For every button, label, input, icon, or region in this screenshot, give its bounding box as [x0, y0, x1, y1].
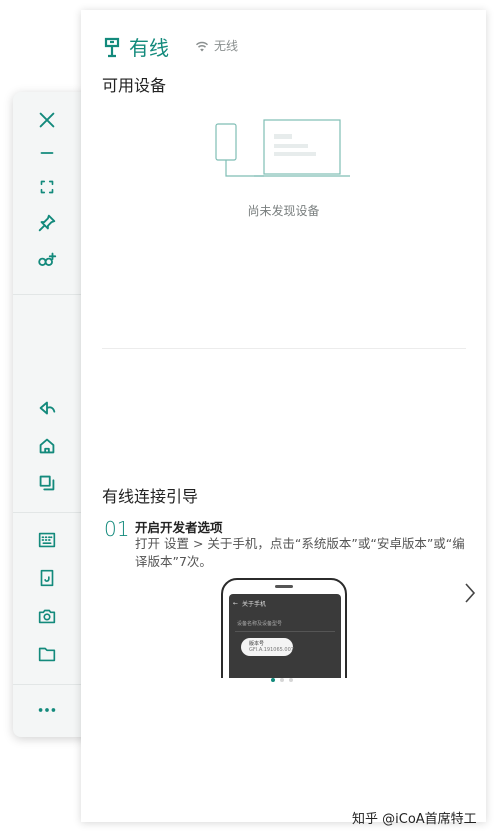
link-add-icon[interactable]	[33, 246, 61, 274]
next-step-arrow[interactable]	[463, 582, 477, 604]
wifi-icon	[196, 41, 208, 51]
phone-preview-image: ← 关于手机 设备名称及设备型号 版本号 GFI.A.191065.007	[221, 578, 347, 678]
fullscreen-icon[interactable]	[33, 173, 61, 201]
no-device-illustration	[214, 116, 354, 188]
home-icon[interactable]	[33, 432, 61, 460]
chevron-right-icon	[465, 583, 476, 603]
toolbar-divider	[13, 512, 81, 513]
tab-wired[interactable]: 有线	[103, 32, 169, 61]
screen-rotate-icon[interactable]	[33, 564, 61, 592]
phone-preview-pill-value: GFI.A.191065.007	[249, 647, 294, 653]
tab-wireless[interactable]: 无线	[195, 37, 238, 54]
section-divider	[102, 348, 466, 349]
tab-wireless-label: 无线	[214, 39, 239, 53]
screenshot-icon[interactable]	[33, 602, 61, 630]
available-devices-title: 可用设备	[102, 76, 167, 95]
keyboard-icon[interactable]	[33, 526, 61, 554]
close-icon[interactable]	[33, 106, 61, 134]
no-device-text: 尚未发现设备	[247, 204, 320, 218]
carousel-dot[interactable]	[271, 678, 275, 682]
usb-plug-icon	[104, 37, 120, 57]
more-options-button[interactable]	[33, 696, 61, 724]
carousel-dot[interactable]	[289, 678, 293, 682]
step-number: 01	[104, 517, 130, 541]
pin-icon[interactable]	[33, 209, 61, 237]
folder-icon[interactable]	[33, 640, 61, 668]
guide-title: 有线连接引导	[102, 487, 199, 506]
connection-panel: 有线 无线 可用设备 尚未发现设备 有线连接引导 01 开启开发者选项 打开 设…	[81, 10, 486, 822]
back-icon[interactable]	[33, 394, 61, 422]
toolbar-divider	[13, 684, 81, 685]
recent-apps-icon[interactable]	[33, 469, 61, 497]
carousel-dot[interactable]	[280, 678, 284, 682]
step-description: 打开 设置 > 关于手机，点击“系统版本”或“安卓版本”或“编译版本”7次。	[135, 536, 465, 569]
toolbar-divider	[13, 294, 81, 295]
phone-preview-header: 关于手机	[242, 600, 267, 608]
phone-preview-hint: 设备名称及设备型号	[237, 621, 283, 627]
step-title: 开启开发者选项	[135, 520, 223, 535]
carousel-indicator	[271, 678, 293, 682]
watermark-text: 知乎 @iCoA首席特工	[352, 812, 477, 827]
tab-wired-label: 有线	[129, 36, 169, 60]
minimize-icon[interactable]	[33, 139, 61, 167]
